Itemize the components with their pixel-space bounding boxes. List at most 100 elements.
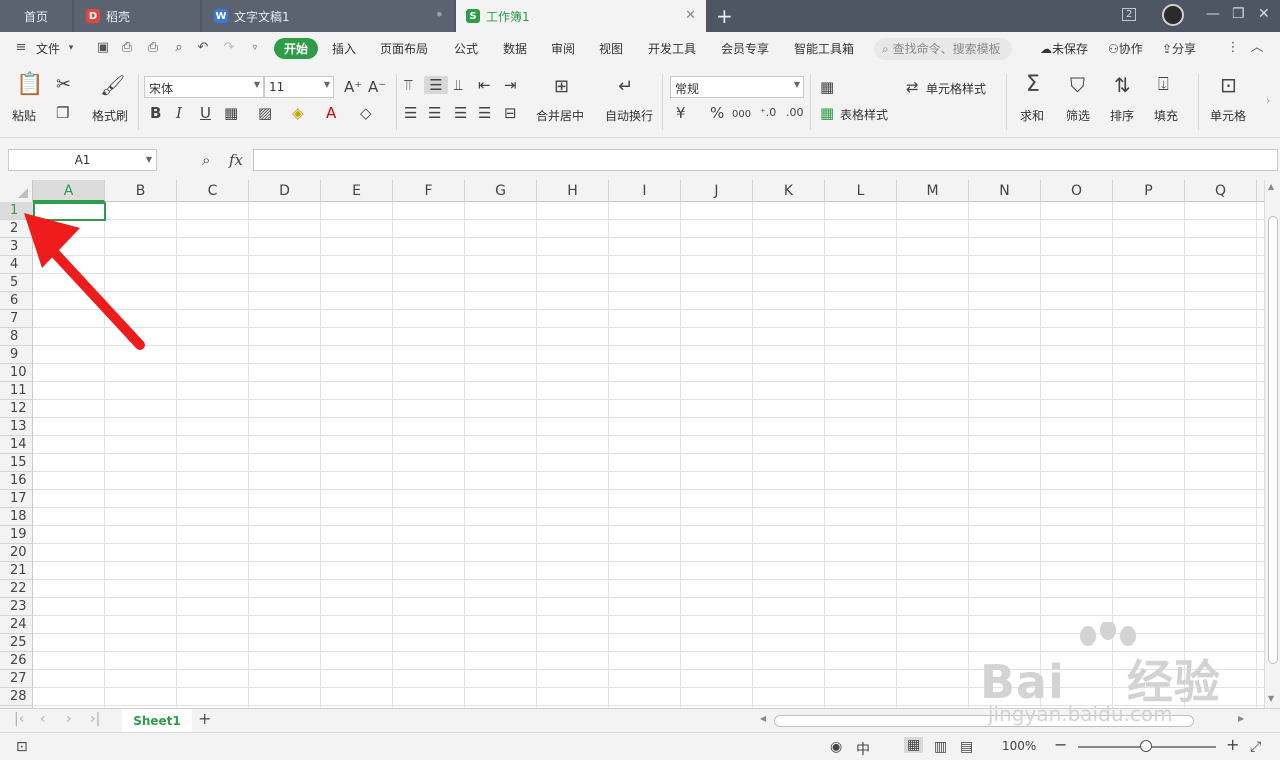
page-break-view-icon[interactable]: ▤ — [960, 739, 973, 755]
vertical-scroll-thumb[interactable] — [1268, 216, 1278, 664]
normal-view-icon[interactable]: ▦ — [904, 737, 924, 753]
align-left-icon[interactable]: ☰ — [404, 104, 417, 122]
menu-data[interactable]: 数据 — [503, 40, 527, 57]
print-preview-icon[interactable]: ⎙ — [146, 41, 160, 55]
unsaved-status-button[interactable]: ☁未保存 — [1040, 40, 1088, 57]
clear-format-icon[interactable]: ◇ — [360, 104, 372, 122]
column-header-d[interactable]: D — [249, 180, 321, 202]
row-header-10[interactable]: 10 — [0, 364, 33, 382]
column-header-a[interactable]: A — [33, 180, 105, 202]
percent-button[interactable]: % — [710, 104, 724, 122]
share-button[interactable]: ⇪分享 — [1162, 40, 1196, 57]
insert-function-button[interactable]: fx — [229, 151, 243, 169]
align-bottom-icon[interactable]: ⫫ — [454, 76, 462, 94]
column-header-c[interactable]: C — [177, 180, 249, 202]
restore-button[interactable]: ❐ — [1232, 6, 1245, 22]
column-header-o[interactable]: O — [1041, 180, 1113, 202]
active-cell-a1[interactable] — [33, 202, 106, 221]
row-header-20[interactable]: 20 — [0, 544, 33, 562]
underline-button[interactable]: U — [200, 104, 211, 122]
column-header-k[interactable]: K — [753, 180, 825, 202]
column-header-h[interactable]: H — [537, 180, 609, 202]
row-header-26[interactable]: 26 — [0, 652, 33, 670]
menu-file[interactable]: 文件 — [36, 40, 60, 57]
currency-button[interactable]: ¥ — [676, 104, 686, 122]
next-sheet-icon[interactable]: › — [66, 711, 72, 727]
column-header-m[interactable]: M — [897, 180, 969, 202]
print-icon[interactable]: ⎙ — [120, 41, 134, 55]
zoom-slider-handle[interactable] — [1140, 740, 1152, 752]
fullscreen-icon[interactable]: ⤢ — [1250, 739, 1261, 755]
add-sheet-button[interactable]: + — [198, 709, 211, 728]
zoom-out-button[interactable]: − — [1054, 735, 1067, 754]
highlight-icon[interactable]: ◈ — [292, 104, 304, 122]
row-header-18[interactable]: 18 — [0, 508, 33, 526]
row-header-19[interactable]: 19 — [0, 526, 33, 544]
increase-font-icon[interactable]: A⁺ — [344, 78, 362, 96]
menu-page-layout[interactable]: 页面布局 — [380, 40, 428, 57]
close-window-button[interactable]: ✕ — [1258, 6, 1270, 22]
macro-record-icon[interactable]: ⊡ — [16, 739, 28, 755]
scroll-up-icon[interactable]: ▲ — [1268, 182, 1274, 191]
horizontal-scrollbar[interactable]: ◀ ▶ — [756, 713, 1250, 729]
row-header-4[interactable]: 4 — [0, 256, 33, 274]
select-all-button[interactable] — [0, 180, 33, 202]
menu-review[interactable]: 审阅 — [551, 40, 575, 57]
cell-style-icon[interactable]: ⇄ — [906, 78, 919, 96]
bold-button[interactable]: B — [150, 104, 161, 122]
eye-protection-icon[interactable]: ◉ — [830, 739, 842, 755]
menu-home[interactable]: 开始 — [274, 38, 319, 59]
row-header-24[interactable]: 24 — [0, 616, 33, 634]
decrease-indent-icon[interactable]: ⇤ — [478, 76, 491, 94]
menu-developer[interactable]: 开发工具 — [648, 40, 696, 57]
ribbon-scroll-right-icon[interactable]: › — [1266, 92, 1270, 110]
auto-wrap-button[interactable]: 自动换行 — [605, 107, 653, 124]
column-header-i[interactable]: I — [609, 180, 681, 202]
filter-button[interactable]: 筛选 — [1066, 107, 1090, 124]
zoom-in-button[interactable]: + — [1226, 735, 1239, 754]
first-sheet-icon[interactable]: |‹ — [14, 711, 24, 727]
scroll-right-icon[interactable]: ▶ — [1238, 714, 1244, 723]
merge-center-icon[interactable]: ⊞ — [554, 78, 569, 96]
collapse-ribbon-icon[interactable]: ︿ — [1250, 41, 1264, 55]
scroll-down-icon[interactable]: ▼ — [1268, 694, 1274, 703]
row-header-2[interactable]: 2 — [0, 220, 33, 238]
justify-icon[interactable]: ☰ — [478, 104, 491, 122]
format-painter-icon[interactable]: 🖌 — [100, 75, 125, 95]
quick-access-more-icon[interactable]: ▿ — [248, 41, 262, 55]
column-header-b[interactable]: B — [105, 180, 177, 202]
table-style-button[interactable]: 表格样式 — [840, 106, 888, 123]
close-tab-icon[interactable]: ✕ — [685, 8, 696, 23]
sheet-tab-sheet1[interactable]: Sheet1 — [122, 709, 192, 733]
spreadsheet-grid[interactable]: ABCDEFGHIJKLMNOPQ 1 2 3 4 5 6 7 8 9 10 11 12 13 14 15 1… — [0, 180, 1264, 708]
menu-insert[interactable]: 插入 — [332, 40, 356, 57]
row-header-13[interactable]: 13 — [0, 418, 33, 436]
scroll-left-icon[interactable]: ◀ — [760, 714, 766, 723]
tab-docer[interactable]: D 稻壳 — [74, 0, 200, 32]
number-format-select[interactable]: 常规 ▼ — [670, 76, 804, 98]
conditional-format-icon[interactable]: ▦ — [820, 78, 834, 96]
row-header-14[interactable]: 14 — [0, 436, 33, 454]
column-header-l[interactable]: L — [825, 180, 897, 202]
paste-icon[interactable]: 📋 — [16, 74, 43, 96]
horizontal-scroll-thumb[interactable] — [774, 715, 1194, 727]
sort-icon[interactable]: ⇅ — [1114, 75, 1131, 95]
column-header-g[interactable]: G — [465, 180, 537, 202]
command-search-input[interactable]: ⌕ 查找命令、搜索模板 — [874, 38, 1012, 60]
font-color-icon[interactable]: A — [326, 104, 336, 122]
fill-color-icon[interactable]: ▨ — [258, 104, 272, 122]
align-middle-icon[interactable]: ☰ — [424, 76, 448, 94]
column-header-p[interactable]: P — [1113, 180, 1185, 202]
row-header-12[interactable]: 12 — [0, 400, 33, 418]
menu-formulas[interactable]: 公式 — [454, 40, 478, 57]
redo-icon[interactable]: ↷ — [222, 41, 236, 55]
row-header-22[interactable]: 22 — [0, 580, 33, 598]
save-icon[interactable]: ▣ — [96, 41, 110, 55]
decrease-decimal-icon[interactable]: .00 — [786, 104, 804, 122]
paste-button[interactable]: 粘贴 — [12, 107, 36, 124]
undo-icon[interactable]: ↶ — [196, 41, 210, 55]
zoom-preview-icon[interactable]: ⌕ — [172, 41, 186, 55]
decrease-font-icon[interactable]: A⁻ — [368, 78, 386, 96]
align-center-icon[interactable]: ☰ — [428, 104, 441, 122]
increase-decimal-icon[interactable]: ⁺.0 — [760, 104, 776, 122]
